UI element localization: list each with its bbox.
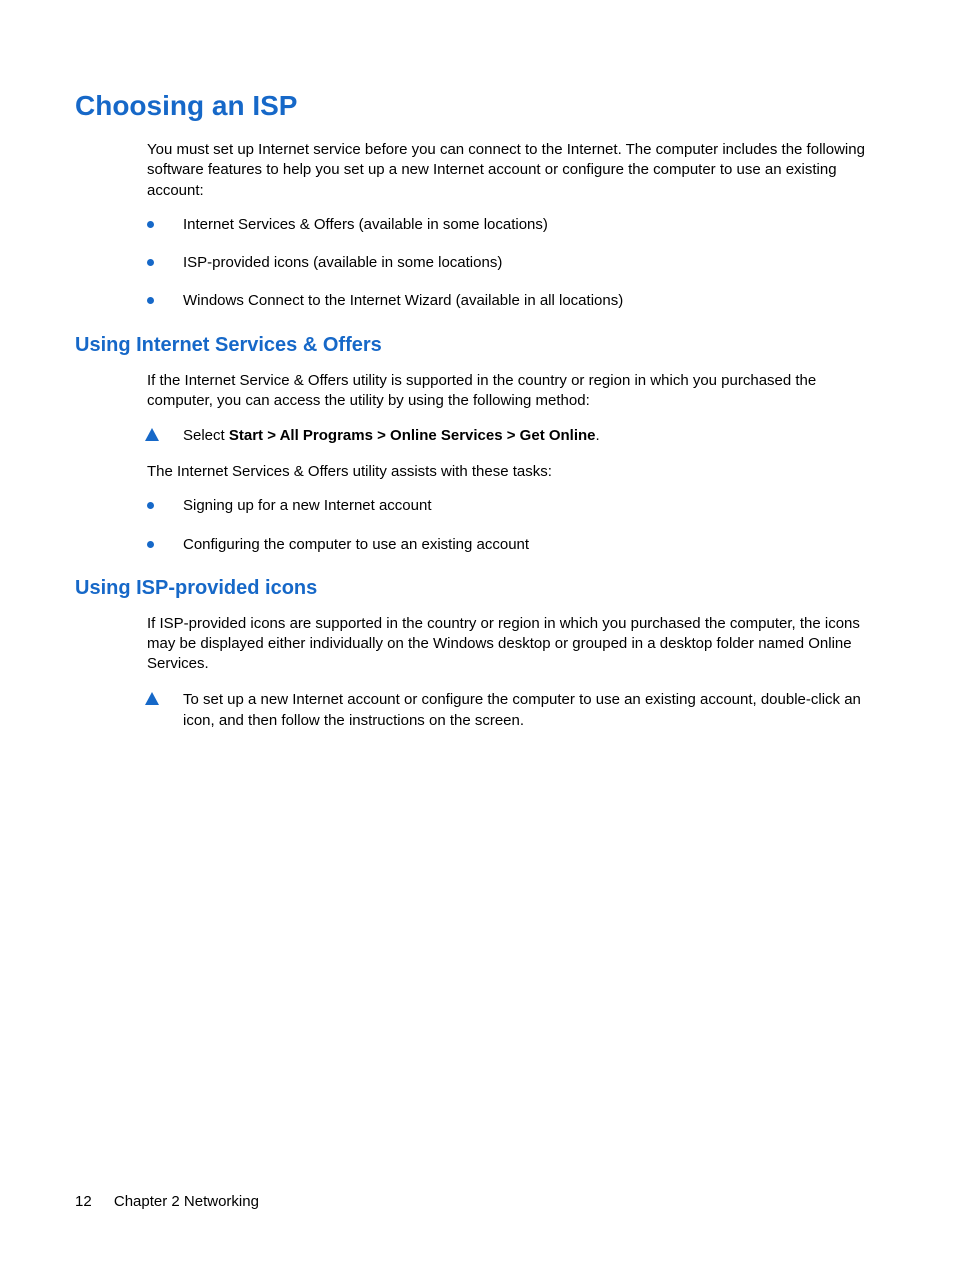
triangle-icon (145, 428, 159, 441)
step-text-bold: Start > All Programs > Online Services >… (229, 427, 596, 444)
list-item: ISP-provided icons (available in some lo… (147, 253, 879, 273)
section-heading: Using ISP-provided icons (75, 577, 879, 600)
step-item: To set up a new Internet account or conf… (147, 689, 879, 731)
features-list: Internet Services & Offers (available in… (147, 215, 879, 312)
page-number: 12 (75, 1193, 92, 1210)
section2-intro: If ISP-provided icons are supported in t… (147, 614, 879, 675)
step-text: To set up a new Internet account or conf… (183, 691, 861, 729)
page-footer: 12 Chapter 2 Networking (75, 1193, 259, 1210)
triangle-icon (145, 692, 159, 705)
list-item: Configuring the computer to use an exist… (147, 535, 879, 555)
step-text-prefix: Select (183, 427, 229, 444)
section1-intro: If the Internet Service & Offers utility… (147, 371, 879, 412)
step-text-suffix: . (596, 427, 600, 444)
list-item: Windows Connect to the Internet Wizard (… (147, 291, 879, 311)
intro-paragraph: You must set up Internet service before … (147, 140, 879, 201)
section-heading: Using Internet Services & Offers (75, 334, 879, 357)
section1-assist: The Internet Services & Offers utility a… (147, 462, 879, 482)
step-item: Select Start > All Programs > Online Ser… (147, 425, 879, 446)
list-item: Internet Services & Offers (available in… (147, 215, 879, 235)
list-item: Signing up for a new Internet account (147, 496, 879, 516)
page-title: Choosing an ISP (75, 90, 879, 122)
chapter-label: Chapter 2 Networking (114, 1193, 259, 1210)
tasks-list: Signing up for a new Internet account Co… (147, 496, 879, 555)
